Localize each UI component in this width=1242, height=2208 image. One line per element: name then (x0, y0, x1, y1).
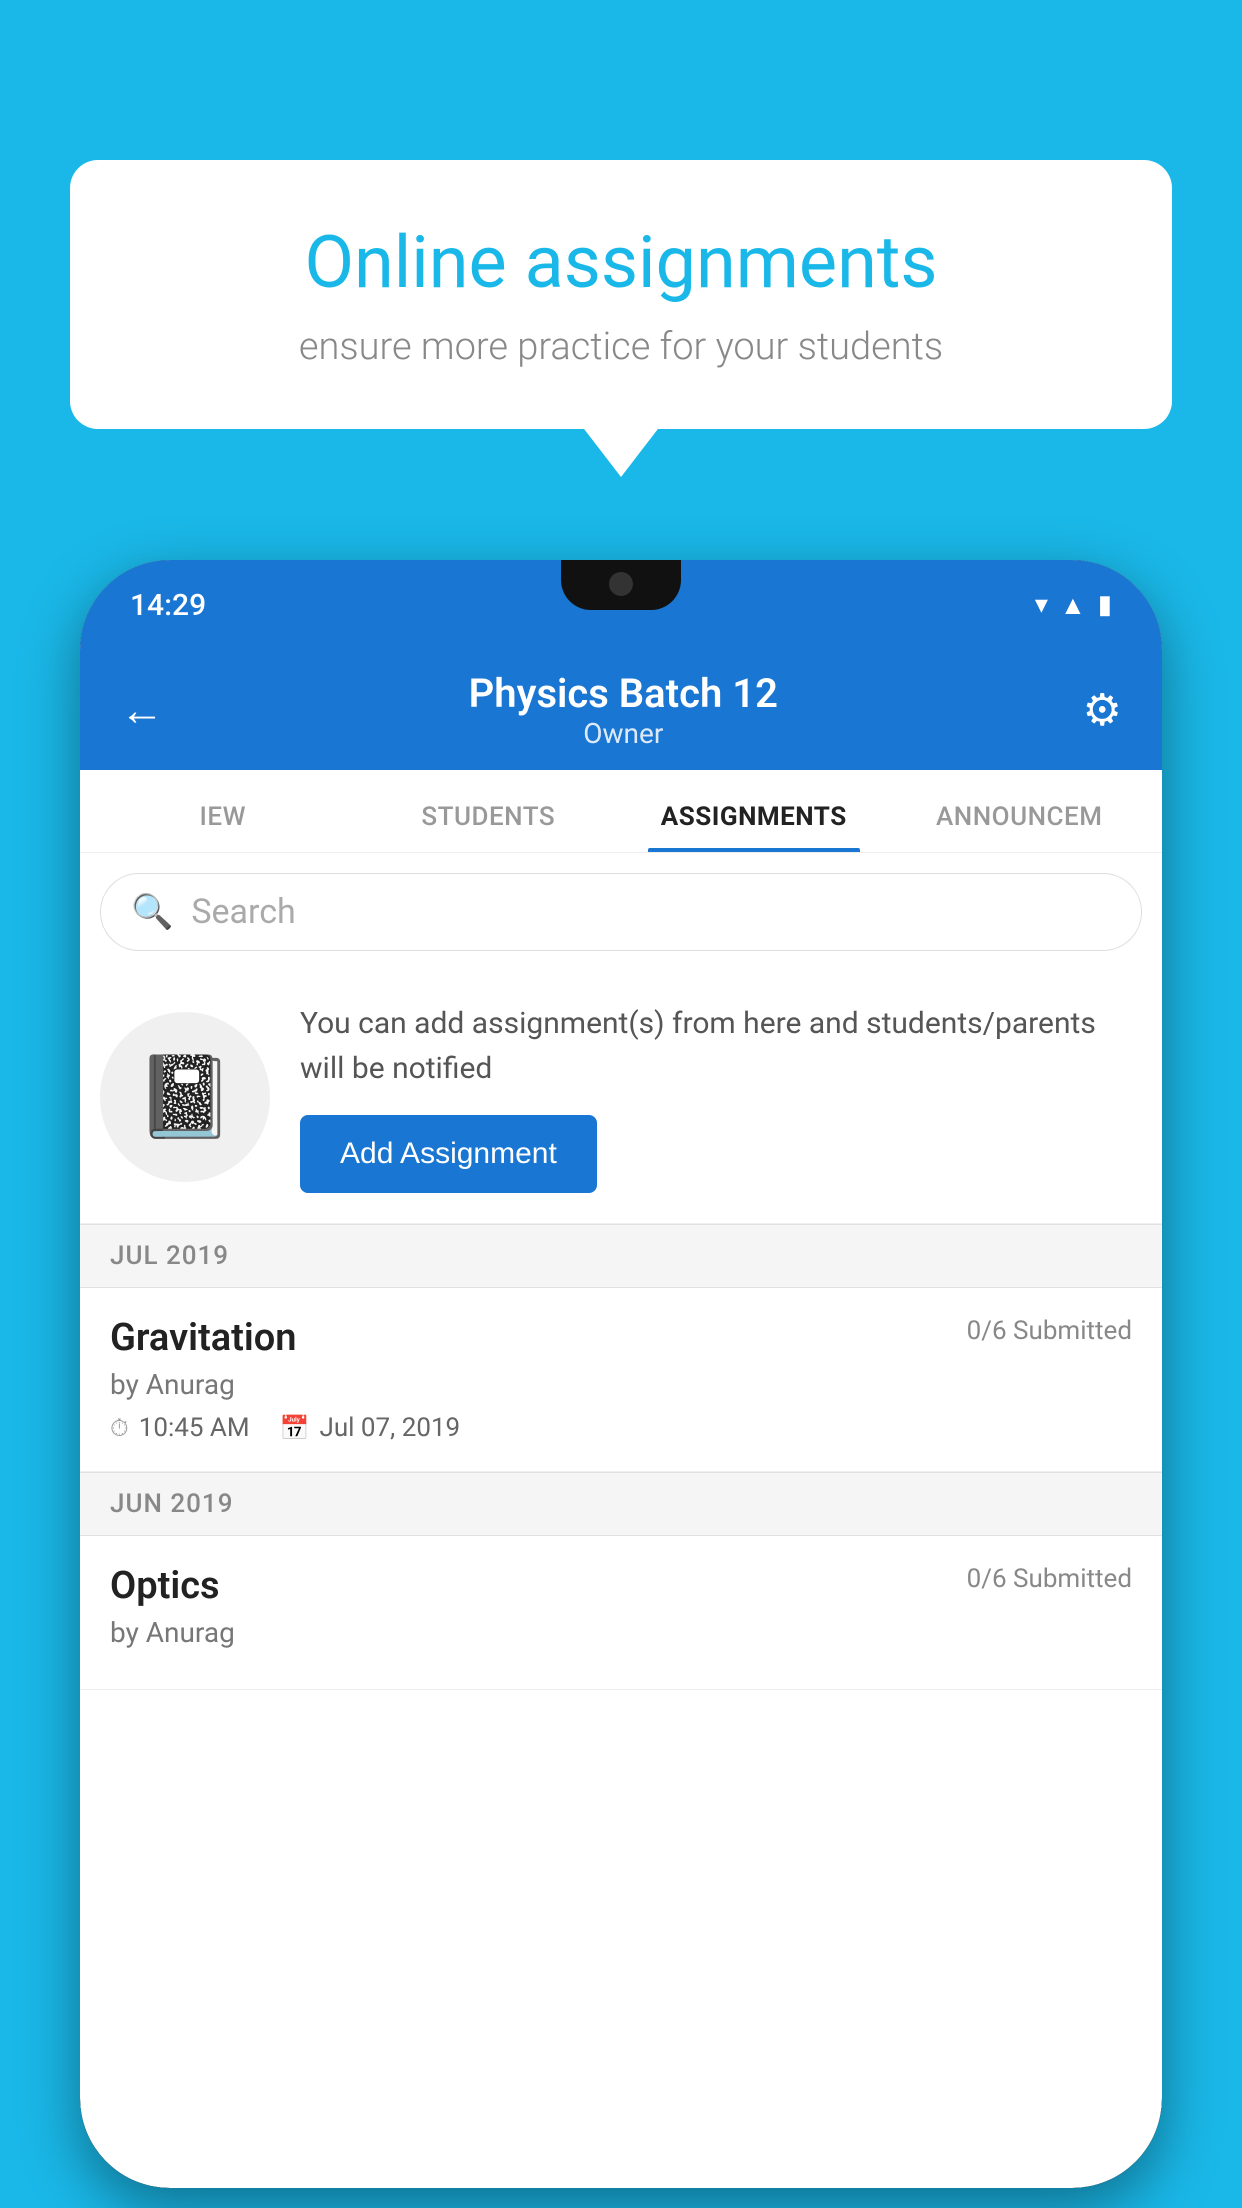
phone-notch (561, 560, 681, 610)
header-title-block: Physics Batch 12 Owner (469, 670, 778, 750)
add-assignment-button[interactable]: Add Assignment (300, 1115, 597, 1193)
status-bar: 14:29 ▾ ▲ ▮ (80, 560, 1162, 650)
tab-assignments[interactable]: ASSIGNMENTS (621, 770, 887, 852)
promo-card: 📓 You can add assignment(s) from here an… (80, 971, 1162, 1224)
search-input[interactable]: Search (191, 892, 295, 932)
tab-students[interactable]: STUDENTS (356, 770, 622, 852)
assignment-date-gravitation: 📅 Jul 07, 2019 (280, 1413, 461, 1443)
month-section-jun: JUN 2019 (80, 1472, 1162, 1536)
signal-icon: ▲ (1060, 590, 1086, 621)
assignment-author-gravitation: by Anurag (110, 1368, 1132, 1401)
owner-label: Owner (469, 717, 778, 750)
phone-screen: 14:29 ▾ ▲ ▮ ← Physics Batch 12 Owner ⚙ I… (80, 560, 1162, 2188)
back-button[interactable]: ← (120, 684, 164, 736)
assignment-author-optics: by Anurag (110, 1616, 1132, 1649)
wifi-icon: ▾ (1035, 590, 1048, 620)
speech-bubble: Online assignments ensure more practice … (70, 160, 1172, 429)
batch-title: Physics Batch 12 (469, 670, 778, 717)
speech-bubble-title: Online assignments (140, 220, 1102, 305)
promo-description: You can add assignment(s) from here and … (300, 1001, 1142, 1091)
speech-bubble-container: Online assignments ensure more practice … (70, 160, 1172, 429)
assignment-top-optics: Optics 0/6 Submitted (110, 1564, 1132, 1608)
clock-icon: ⏱ (110, 1414, 129, 1442)
notebook-icon: 📓 (135, 1050, 235, 1144)
assignment-item-optics[interactable]: Optics 0/6 Submitted by Anurag (80, 1536, 1162, 1690)
phone-frame: 14:29 ▾ ▲ ▮ ← Physics Batch 12 Owner ⚙ I… (80, 560, 1162, 2188)
settings-icon[interactable]: ⚙ (1083, 684, 1122, 736)
month-section-jul: JUL 2019 (80, 1224, 1162, 1288)
assignment-name-gravitation: Gravitation (110, 1316, 297, 1360)
tab-iew[interactable]: IEW (90, 770, 356, 852)
search-box[interactable]: 🔍 Search (100, 873, 1142, 951)
promo-icon-circle: 📓 (100, 1012, 270, 1182)
search-icon: 🔍 (131, 892, 173, 932)
status-time: 14:29 (130, 588, 206, 623)
calendar-icon: 📅 (280, 1414, 310, 1442)
speech-bubble-subtitle: ensure more practice for your students (140, 325, 1102, 369)
assignment-time-gravitation: ⏱ 10:45 AM (110, 1413, 250, 1443)
promo-text-block: You can add assignment(s) from here and … (300, 1001, 1142, 1193)
assignment-submitted-optics: 0/6 Submitted (967, 1564, 1132, 1594)
battery-icon: ▮ (1098, 590, 1112, 620)
assignment-top: Gravitation 0/6 Submitted (110, 1316, 1132, 1360)
assignment-meta-gravitation: ⏱ 10:45 AM 📅 Jul 07, 2019 (110, 1413, 1132, 1443)
camera-icon (609, 572, 633, 596)
status-icons: ▾ ▲ ▮ (1035, 590, 1112, 621)
assignment-item-gravitation[interactable]: Gravitation 0/6 Submitted by Anurag ⏱ 10… (80, 1288, 1162, 1472)
assignment-name-optics: Optics (110, 1564, 220, 1608)
app-header: ← Physics Batch 12 Owner ⚙ (80, 650, 1162, 770)
tabs-bar: IEW STUDENTS ASSIGNMENTS ANNOUNCEM (80, 770, 1162, 853)
search-container: 🔍 Search (80, 853, 1162, 971)
tab-announcements[interactable]: ANNOUNCEM (887, 770, 1153, 852)
assignment-submitted-gravitation: 0/6 Submitted (967, 1316, 1132, 1346)
